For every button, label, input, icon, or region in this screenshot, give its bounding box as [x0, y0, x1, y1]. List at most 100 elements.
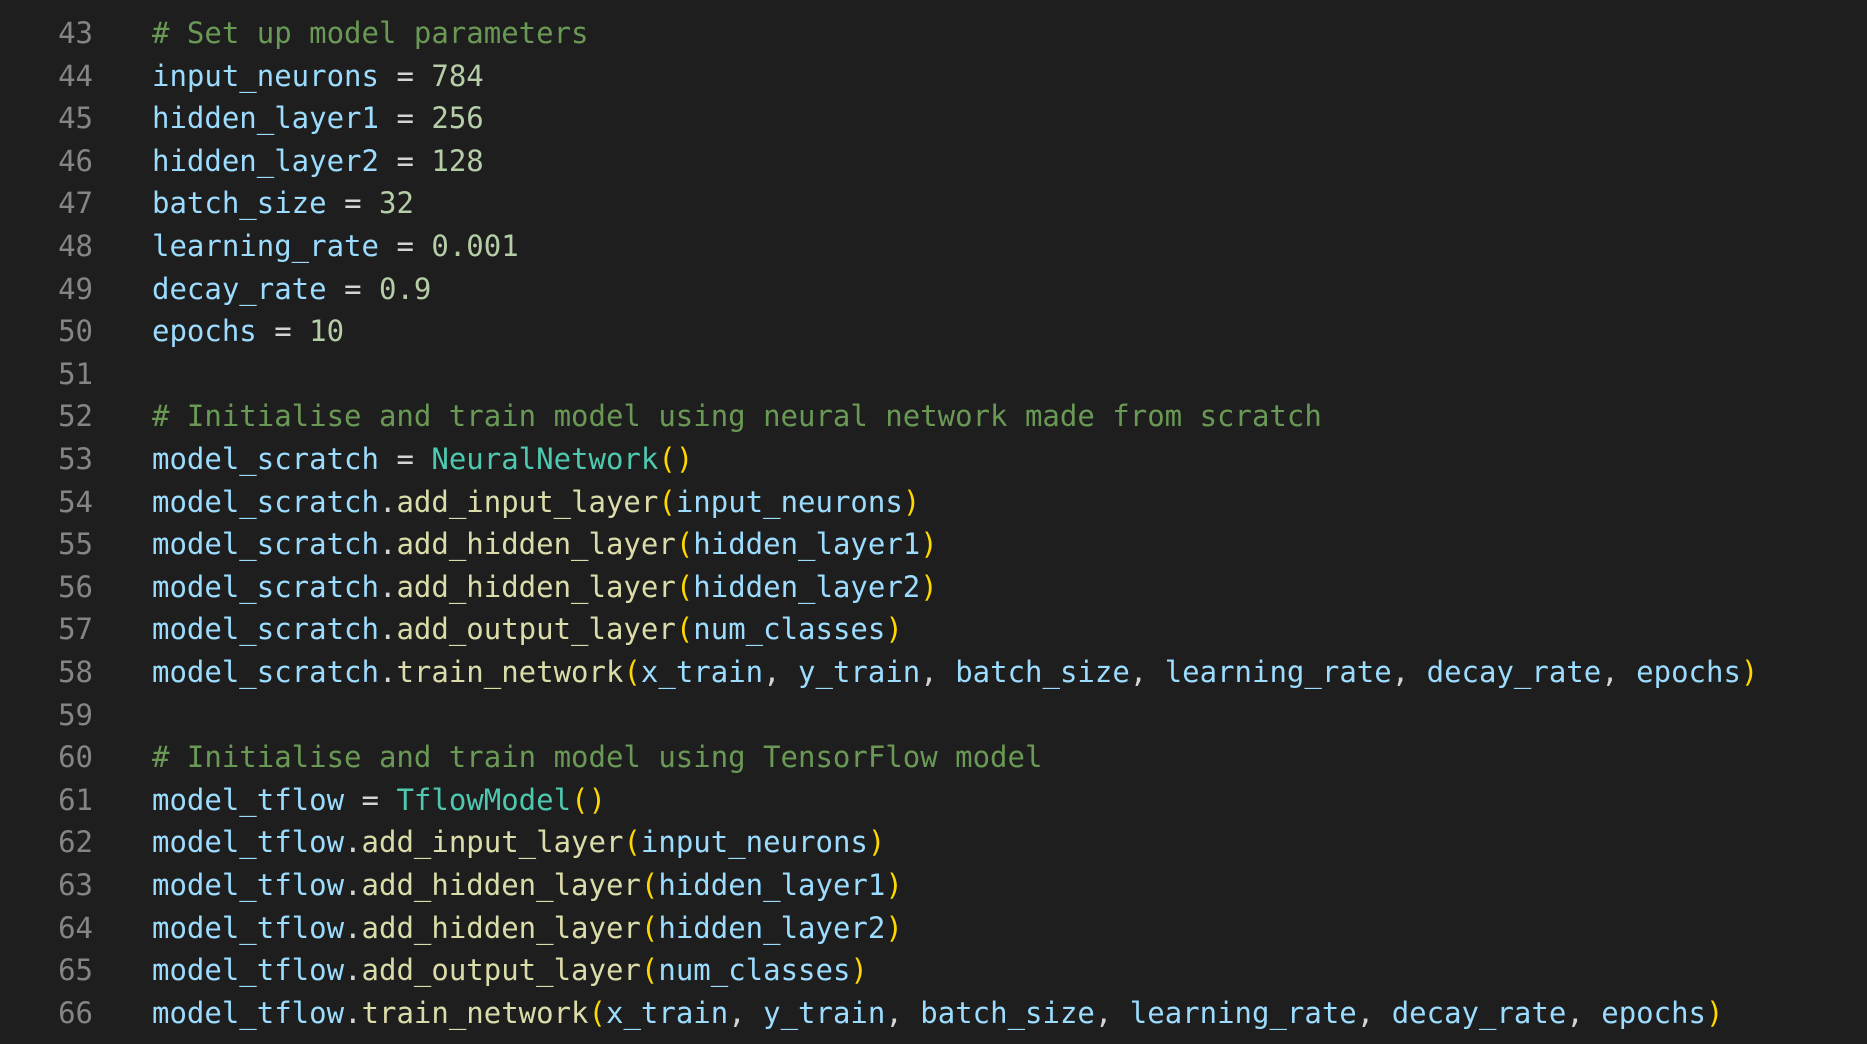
code-token-var: model_scratch	[152, 569, 379, 604]
code-line[interactable]: 54 model_scratch.add_input_layer(input_ne…	[0, 481, 1867, 523]
line-number: 63	[58, 868, 93, 902]
code-text[interactable]: batch_size = 32	[152, 182, 414, 224]
code-line[interactable]: 43 # Set up model parameters	[0, 12, 1867, 54]
code-token-op: ,	[1129, 655, 1165, 689]
code-text[interactable]: hidden_layer1 = 256	[152, 97, 484, 139]
code-token-func: add_input_layer	[361, 825, 624, 860]
code-token-op: .	[378, 484, 397, 519]
code-token-op: .	[378, 527, 397, 562]
code-text[interactable]: model_scratch.add_input_layer(input_neur…	[152, 481, 920, 523]
code-token-paren: )	[920, 569, 938, 604]
code-line[interactable]: 57 model_scratch.add_output_layer(num_cla…	[0, 608, 1867, 650]
code-token-op: ,	[1094, 995, 1130, 1030]
code-token-func: add_hidden_layer	[396, 527, 676, 562]
code-line[interactable]: 46 hidden_layer2 = 128	[0, 140, 1867, 182]
code-text[interactable]: hidden_layer2 = 128	[152, 140, 484, 182]
code-token-func: add_output_layer	[396, 612, 676, 647]
code-line[interactable]: 59	[0, 694, 1867, 736]
code-token-paren: (	[588, 995, 606, 1030]
code-token-op: ,	[885, 995, 921, 1030]
code-text[interactable]: model_scratch.add_hidden_layer(hidden_la…	[152, 523, 938, 565]
code-token-op: ,	[920, 655, 956, 689]
code-line[interactable]: 45 hidden_layer1 = 256	[0, 97, 1867, 139]
code-text[interactable]: # Set up model parameters	[152, 12, 589, 54]
code-line[interactable]: 49 decay_rate = 0.9	[0, 268, 1867, 310]
code-token-var: input_neurons	[675, 484, 903, 519]
code-token-var: epochs	[152, 314, 257, 349]
code-line[interactable]: 58 model_scratch.train_network(x_train, y…	[0, 651, 1867, 693]
code-line[interactable]: 47 batch_size = 32	[0, 182, 1867, 224]
code-token-var: hidden_layer2	[152, 143, 379, 178]
code-token-var: model_scratch	[152, 442, 379, 476]
code-editor[interactable]: 43 # Set up model parameters 44 input_neuro…	[0, 0, 1867, 1044]
code-text[interactable]: # Initialise and train model using Tenso…	[152, 736, 1042, 778]
code-token-op: .	[344, 995, 362, 1030]
code-token-var: hidden_layer2	[658, 910, 886, 945]
code-token-var: batch_size	[920, 995, 1095, 1030]
code-text[interactable]: model_tflow = TflowModel()	[152, 779, 606, 821]
line-number: 46	[58, 143, 93, 178]
code-token-comment: # Set up model parameters	[152, 16, 589, 50]
code-token-var: input_neurons	[152, 58, 379, 93]
code-line[interactable]: 62 model_tflow.add_input_layer(input_neur…	[0, 821, 1867, 863]
code-text[interactable]: model_tflow.add_output_layer(num_classes…	[152, 949, 868, 991]
code-line[interactable]: 50 epochs = 10	[0, 310, 1867, 352]
code-token-op: =	[256, 314, 310, 349]
code-text[interactable]: model_scratch.add_hidden_layer(hidden_la…	[152, 566, 938, 608]
code-line[interactable]: 60 # Initialise and train model using Ten…	[0, 736, 1867, 778]
code-token-var: model_tflow	[152, 868, 345, 902]
code-token-var: model_scratch	[152, 527, 379, 562]
code-line[interactable]: 51	[0, 353, 1867, 395]
code-token-var: learning_rate	[1164, 655, 1392, 689]
code-token-var: hidden_layer2	[693, 569, 921, 604]
code-token-paren: ()	[571, 782, 606, 817]
code-token-paren: )	[885, 868, 903, 902]
code-line[interactable]: 44 input_neurons = 784	[0, 55, 1867, 97]
line-number: 51	[58, 356, 93, 391]
code-token-var: y_train	[798, 655, 921, 689]
code-token-var: hidden_layer1	[658, 868, 886, 902]
code-text[interactable]: learning_rate = 0.001	[152, 225, 519, 267]
code-line[interactable]: 53 model_scratch = NeuralNetwork()	[0, 438, 1867, 480]
code-token-paren: ()	[658, 442, 694, 476]
code-line[interactable]: 66 model_tflow.train_network(x_train, y_t…	[0, 992, 1867, 1034]
code-token-paren: (	[623, 825, 641, 860]
code-line[interactable]: 52 # Initialise and train model using neu…	[0, 395, 1867, 437]
code-line[interactable]: 48 learning_rate = 0.001	[0, 225, 1867, 267]
code-text[interactable]: epochs = 10	[152, 310, 344, 352]
code-token-paren: (	[640, 953, 659, 988]
code-token-op: =	[378, 229, 432, 263]
code-text[interactable]: model_scratch.add_output_layer(num_class…	[152, 608, 903, 650]
code-text[interactable]: model_tflow.add_hidden_layer(hidden_laye…	[152, 864, 903, 906]
code-text[interactable]: # Initialise and train model using neura…	[152, 395, 1322, 437]
code-token-op: =	[378, 101, 432, 136]
code-text[interactable]: decay_rate = 0.9	[152, 268, 431, 310]
code-token-op: =	[378, 143, 432, 178]
code-line[interactable]: 63 model_tflow.add_hidden_layer(hidden_la…	[0, 864, 1867, 906]
line-number: 55	[58, 527, 93, 562]
code-line[interactable]: 64 model_tflow.add_hidden_layer(hidden_la…	[0, 907, 1867, 949]
code-line[interactable]: 61 model_tflow = TflowModel()	[0, 779, 1867, 821]
code-text[interactable]: model_tflow.train_network(x_train, y_tra…	[152, 992, 1723, 1034]
code-token-func: train_network	[396, 655, 624, 689]
code-token-var: hidden_layer1	[693, 527, 921, 562]
code-token-class: NeuralNetwork	[431, 442, 659, 476]
code-text[interactable]: model_tflow.add_hidden_layer(hidden_laye…	[152, 907, 903, 949]
code-token-paren: )	[920, 527, 938, 562]
code-token-op: .	[378, 612, 397, 647]
code-token-var: hidden_layer1	[152, 101, 379, 136]
code-token-var: model_tflow	[152, 782, 345, 817]
code-token-op: .	[344, 868, 362, 902]
code-text[interactable]: model_scratch = NeuralNetwork()	[152, 438, 693, 480]
code-token-var: batch_size	[955, 655, 1130, 689]
line-number: 48	[58, 229, 93, 263]
code-line[interactable]: 56 model_scratch.add_hidden_layer(hidden_…	[0, 566, 1867, 608]
code-line[interactable]: 65 model_tflow.add_output_layer(num_class…	[0, 949, 1867, 991]
code-text[interactable]: model_scratch.train_network(x_train, y_t…	[152, 651, 1758, 693]
code-text[interactable]: model_tflow.add_input_layer(input_neuron…	[152, 821, 885, 863]
code-token-var: epochs	[1636, 655, 1741, 689]
code-token-var: model_tflow	[152, 953, 345, 988]
code-text[interactable]: input_neurons = 784	[152, 55, 484, 97]
code-line[interactable]: 55 model_scratch.add_hidden_layer(hidden_…	[0, 523, 1867, 565]
code-token-op: =	[378, 442, 432, 476]
